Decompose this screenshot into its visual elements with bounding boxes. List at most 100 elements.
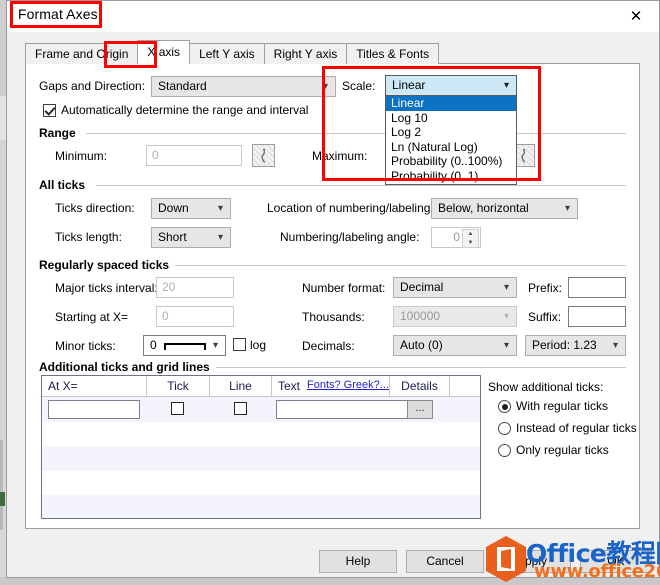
regular-ticks-group-title: Regularly spaced ticks bbox=[39, 258, 176, 272]
numbering-location-select[interactable]: Below, horizontal ▾ bbox=[431, 198, 578, 219]
scale-option-linear[interactable]: Linear bbox=[386, 96, 516, 111]
radio-with-regular-ticks[interactable] bbox=[498, 400, 511, 413]
major-ticks-interval-input[interactable]: 20 bbox=[156, 277, 234, 298]
cancel-button[interactable]: Cancel bbox=[406, 550, 484, 573]
stepper-arrows-icon[interactable]: ▲ ▼ bbox=[462, 229, 479, 248]
text-input[interactable] bbox=[276, 400, 412, 419]
suffix-label: Suffix: bbox=[528, 310, 562, 324]
regular-ticks-group-rule bbox=[174, 265, 626, 266]
minimum-label: Minimum: bbox=[55, 149, 108, 163]
number-format-label: Number format: bbox=[302, 281, 386, 295]
table-header-row: At X= Tick Line Text Details Fonts? Gree… bbox=[42, 376, 480, 397]
thousands-value: 100000 bbox=[400, 309, 441, 323]
all-ticks-group-title: All ticks bbox=[39, 178, 92, 192]
apply-button[interactable]: Apply bbox=[493, 550, 571, 573]
major-ticks-interval-label: Major ticks interval: bbox=[55, 281, 158, 295]
tab-right-y-axis[interactable]: Right Y axis bbox=[263, 43, 348, 64]
curve-glyph-icon bbox=[261, 148, 266, 163]
additional-ticks-group-rule bbox=[194, 367, 626, 368]
tab-titles-and-fonts[interactable]: Titles & Fonts bbox=[346, 43, 440, 64]
desktop-background-bottom bbox=[0, 577, 660, 585]
scale-option-ln[interactable]: Ln (Natural Log) bbox=[386, 140, 516, 155]
decimals-select[interactable]: Auto (0) ▾ bbox=[393, 335, 517, 356]
auto-range-checkbox[interactable] bbox=[43, 104, 56, 117]
at-x-input[interactable] bbox=[48, 400, 140, 419]
tab-frame-and-origin[interactable]: Frame and Origin bbox=[25, 43, 139, 64]
gaps-and-direction-label: Gaps and Direction: bbox=[39, 79, 146, 93]
numbering-angle-label: Numbering/labeling angle: bbox=[280, 230, 420, 244]
table-row[interactable] bbox=[42, 495, 480, 518]
thousands-label: Thousands: bbox=[302, 310, 365, 324]
fonts-greek-link[interactable]: Fonts? Greek?... bbox=[307, 379, 389, 391]
ticks-length-select[interactable]: Short ▾ bbox=[151, 227, 231, 248]
additional-ticks-group-title: Additional ticks and grid lines bbox=[39, 360, 216, 374]
tab-x-axis[interactable]: X axis bbox=[137, 40, 191, 64]
line-checkbox[interactable] bbox=[234, 402, 247, 415]
radio-only-regular-ticks-label: Only regular ticks bbox=[516, 443, 609, 457]
title-bar: Format Axes ✕ bbox=[7, 1, 659, 32]
details-button[interactable]: ... bbox=[407, 400, 433, 419]
chevron-down-icon: ▾ bbox=[503, 311, 509, 322]
chevron-down-icon: ▾ bbox=[212, 340, 218, 351]
table-row[interactable] bbox=[42, 446, 480, 471]
column-header-at-x: At X= bbox=[42, 376, 147, 396]
suffix-input[interactable] bbox=[568, 306, 626, 327]
additional-ticks-table[interactable]: At X= Tick Line Text Details Fonts? Gree… bbox=[41, 375, 481, 519]
show-additional-ticks-label: Show additional ticks: bbox=[488, 380, 604, 394]
column-header-extra bbox=[450, 376, 480, 396]
scale-label: Scale: bbox=[342, 79, 376, 93]
chevron-down-icon: ▾ bbox=[217, 232, 223, 243]
scale-dropdown-list[interactable]: Linear Log 10 Log 2 Ln (Natural Log) Pro… bbox=[385, 96, 517, 185]
column-header-line: Line bbox=[210, 376, 272, 396]
chevron-down-icon: ▾ bbox=[503, 80, 509, 91]
numbering-angle-value: 0 bbox=[453, 230, 460, 244]
scale-option-log10[interactable]: Log 10 bbox=[386, 111, 516, 126]
page-title: Format Axes bbox=[18, 6, 98, 22]
minimum-input[interactable]: 0 bbox=[146, 145, 242, 166]
prefix-label: Prefix: bbox=[528, 281, 563, 295]
scale-select[interactable]: Linear ▾ bbox=[385, 75, 517, 96]
numbering-angle-stepper[interactable]: 0 ▲ ▼ bbox=[431, 227, 481, 248]
minor-ticks-select[interactable]: 0 ▾ bbox=[143, 335, 226, 356]
table-row[interactable] bbox=[42, 471, 480, 496]
ticks-length-label: Ticks length: bbox=[55, 230, 122, 244]
tick-preview-icon bbox=[164, 343, 206, 350]
prefix-input[interactable] bbox=[568, 277, 626, 298]
scale-option-probability-1[interactable]: Probability (0..1) bbox=[386, 169, 516, 184]
chevron-down-icon: ▾ bbox=[564, 203, 570, 214]
ok-button[interactable]: OK bbox=[580, 550, 652, 573]
tab-left-y-axis[interactable]: Left Y axis bbox=[189, 43, 265, 64]
chevron-down-icon: ▾ bbox=[503, 340, 509, 351]
all-ticks-group-rule bbox=[96, 185, 626, 186]
gaps-and-direction-select[interactable]: Standard ▾ bbox=[151, 76, 336, 97]
close-icon[interactable]: ✕ bbox=[613, 1, 659, 30]
number-format-select[interactable]: Decimal ▾ bbox=[393, 277, 517, 298]
minor-ticks-value: 0 bbox=[150, 338, 157, 352]
tick-checkbox[interactable] bbox=[171, 402, 184, 415]
format-axes-dialog: Format Axes ✕ Frame and Origin X axis Le… bbox=[6, 0, 660, 578]
starting-at-x-input[interactable]: 0 bbox=[156, 306, 234, 327]
chevron-down-icon: ▾ bbox=[503, 282, 509, 293]
ticks-direction-label: Ticks direction: bbox=[55, 201, 135, 215]
scale-option-probability-100[interactable]: Probability (0..100%) bbox=[386, 154, 516, 169]
numbering-location-value: Below, horizontal bbox=[438, 201, 529, 215]
chevron-down-icon: ▾ bbox=[322, 81, 328, 92]
decimal-separator-select[interactable]: Period: 1.23 ▾ bbox=[525, 335, 626, 356]
help-button[interactable]: Help bbox=[319, 550, 397, 573]
scale-option-log2[interactable]: Log 2 bbox=[386, 125, 516, 140]
starting-at-x-label: Starting at X= bbox=[55, 310, 129, 324]
minimum-auto-button[interactable] bbox=[252, 144, 275, 167]
auto-range-label: Automatically determine the range and in… bbox=[61, 103, 309, 117]
radio-only-regular-ticks[interactable] bbox=[498, 444, 511, 457]
radio-with-regular-ticks-label: With regular ticks bbox=[516, 399, 609, 413]
maximum-label: Maximum: bbox=[312, 149, 368, 163]
gaps-and-direction-value: Standard bbox=[158, 79, 207, 93]
minor-ticks-log-checkbox[interactable] bbox=[233, 338, 246, 351]
radio-instead-of-regular-ticks[interactable] bbox=[498, 422, 511, 435]
ticks-direction-select[interactable]: Down ▾ bbox=[151, 198, 231, 219]
table-row[interactable]: ... bbox=[42, 397, 480, 422]
table-row[interactable] bbox=[42, 422, 480, 447]
column-header-details: Details bbox=[390, 376, 450, 396]
column-header-tick: Tick bbox=[147, 376, 210, 396]
decimals-value: Auto (0) bbox=[400, 338, 443, 352]
